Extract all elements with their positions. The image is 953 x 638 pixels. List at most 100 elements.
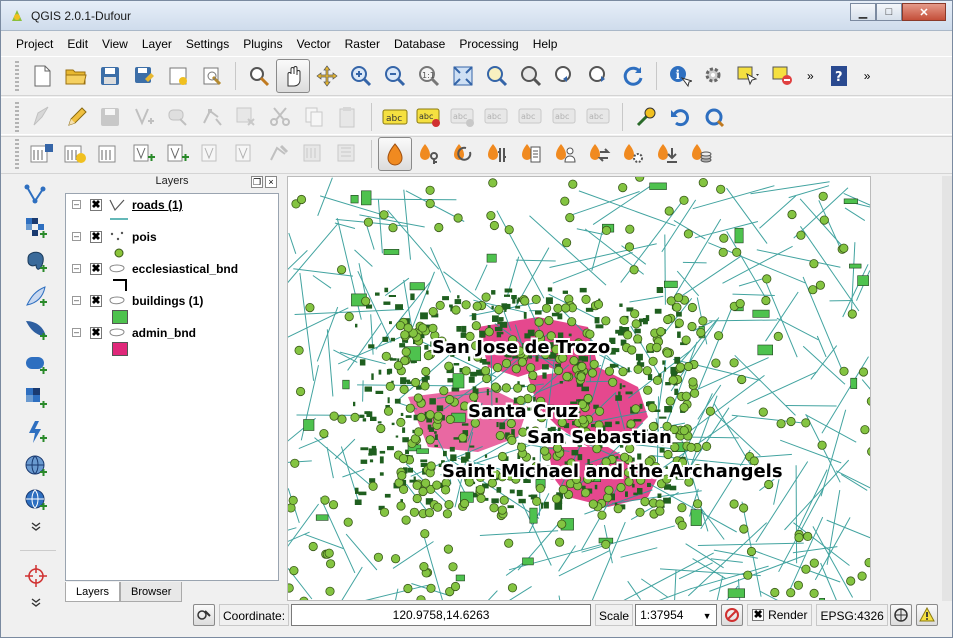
close-panel-button[interactable]: ×	[265, 176, 277, 188]
layer-buildings[interactable]: – ✖ buildings (1)	[66, 292, 278, 324]
collapse-toggle[interactable]: –	[72, 200, 81, 209]
zoom-next-icon[interactable]	[582, 59, 616, 93]
vector-tool-2-icon[interactable]	[161, 137, 195, 171]
osm-settings-icon[interactable]	[480, 137, 514, 171]
add-raster-layer-icon[interactable]	[16, 211, 56, 245]
cut-features-icon[interactable]	[263, 100, 297, 134]
touch-zoom-icon[interactable]	[242, 59, 276, 93]
delete-selected-icon[interactable]	[229, 100, 263, 134]
menu-plugins[interactable]: Plugins	[236, 33, 289, 55]
layer-visibility-checkbox[interactable]: ✖	[90, 263, 102, 275]
raster-tool-1-icon[interactable]	[25, 137, 59, 171]
current-edits-icon[interactable]	[25, 100, 59, 134]
collapse-toggle[interactable]: –	[72, 232, 81, 241]
projection-icon[interactable]	[889, 604, 912, 626]
copy-features-icon[interactable]	[297, 100, 331, 134]
layer-name[interactable]: roads (1)	[132, 198, 183, 212]
osm-list-icon[interactable]	[514, 137, 548, 171]
add-postgis-layer-icon[interactable]	[16, 245, 56, 279]
menu-settings[interactable]: Settings	[179, 33, 236, 55]
minimize-button[interactable]: ▁	[850, 3, 876, 21]
osm-sync-icon[interactable]	[446, 137, 480, 171]
open-project-icon[interactable]	[59, 59, 93, 93]
map-canvas[interactable]: San Jose de Trozo Santa Cruz San Sebasti…	[287, 176, 871, 601]
layer-pois[interactable]: – ✖ pois	[66, 228, 278, 260]
help-icon[interactable]: ?	[822, 59, 856, 93]
add-spatialite-layer-icon[interactable]	[16, 279, 56, 313]
coordinate-field[interactable]: 120.9758,14.6263	[291, 604, 592, 626]
pin-labels-icon[interactable]: abc	[412, 100, 446, 134]
refresh-icon[interactable]	[616, 59, 650, 93]
show-hide-labels-icon[interactable]: abc	[446, 100, 480, 134]
add-wms-layer-icon[interactable]	[16, 381, 56, 415]
vector-tool-7-icon[interactable]	[331, 137, 365, 171]
coordinate-toggle-button[interactable]	[193, 604, 215, 626]
menu-help[interactable]: Help	[526, 33, 565, 55]
vector-tool-4-icon[interactable]	[229, 137, 263, 171]
new-shapefile-icon[interactable]	[16, 483, 56, 517]
new-print-composer-icon[interactable]	[161, 59, 195, 93]
collapse-toggle[interactable]: –	[72, 264, 81, 273]
run-feature-action-icon[interactable]	[697, 59, 731, 93]
zoom-full-icon[interactable]	[446, 59, 480, 93]
right-edge-scrollbar[interactable]	[942, 176, 952, 601]
chevron-down-icon[interactable]: ▼	[700, 606, 714, 624]
messages-warning-icon[interactable]	[915, 604, 938, 626]
zoom-to-selection-icon[interactable]	[480, 59, 514, 93]
osm-user-icon[interactable]	[548, 137, 582, 171]
menu-edit[interactable]: Edit	[60, 33, 95, 55]
menu-raster[interactable]: Raster	[338, 33, 387, 55]
osm-key-icon[interactable]	[412, 137, 446, 171]
add-feature-icon[interactable]	[127, 100, 161, 134]
vector-tool-3-icon[interactable]	[195, 137, 229, 171]
zoom-actual-icon[interactable]: 1:1	[412, 59, 446, 93]
paste-features-icon[interactable]	[331, 100, 365, 134]
change-label-icon[interactable]: abc	[548, 100, 582, 134]
vector-tool-6-icon[interactable]	[297, 137, 331, 171]
add-wfs-layer-icon[interactable]	[16, 449, 56, 483]
osm-swap-icon[interactable]	[582, 137, 616, 171]
layer-visibility-checkbox[interactable]: ✖	[90, 295, 102, 307]
pan-to-selection-icon[interactable]	[310, 59, 344, 93]
raster-tool-3-icon[interactable]	[93, 137, 127, 171]
layer-name[interactable]: buildings (1)	[132, 294, 203, 308]
add-oracle-layer-icon[interactable]	[16, 347, 56, 381]
close-button[interactable]: ✕	[902, 3, 946, 21]
tab-browser[interactable]: Browser	[120, 582, 183, 602]
float-panel-button[interactable]: ❐	[251, 176, 263, 188]
pan-icon[interactable]	[276, 59, 310, 93]
maximize-button[interactable]: □	[876, 3, 902, 21]
move-label-icon[interactable]: abc	[480, 100, 514, 134]
more-icon[interactable]	[16, 517, 56, 537]
toggle-editing-icon[interactable]	[59, 100, 93, 134]
gps-tool-icon[interactable]	[16, 559, 56, 593]
scale-combobox[interactable]: 1:37954 ▼	[635, 604, 718, 626]
node-tool-icon[interactable]	[195, 100, 229, 134]
menu-processing[interactable]: Processing	[452, 33, 525, 55]
composer-manager-icon[interactable]	[195, 59, 229, 93]
menu-database[interactable]: Database	[387, 33, 452, 55]
collapse-toggle[interactable]: –	[72, 328, 81, 337]
collapse-toggle[interactable]: –	[72, 296, 81, 305]
redo-icon[interactable]	[697, 100, 731, 134]
crs-status-label[interactable]: EPSG:4326	[816, 604, 888, 626]
move-feature-icon[interactable]	[161, 100, 195, 134]
layer-ecclesiastical-bnd[interactable]: – ✖ ecclesiastical_bnd	[66, 260, 278, 292]
zoom-last-icon[interactable]	[548, 59, 582, 93]
zoom-out-icon[interactable]	[378, 59, 412, 93]
label-properties-icon[interactable]: abc	[582, 100, 616, 134]
save-as-icon[interactable]	[127, 59, 161, 93]
layer-visibility-checkbox[interactable]: ✖	[90, 327, 102, 339]
zoom-to-layer-icon[interactable]	[514, 59, 548, 93]
toolbar-grip[interactable]	[15, 139, 19, 169]
layer-roads[interactable]: – ✖ roads (1)	[66, 196, 278, 228]
save-layer-edits-icon[interactable]	[93, 100, 127, 134]
stop-render-button[interactable]	[721, 604, 744, 626]
render-toggle[interactable]: ✖ Render	[747, 604, 813, 626]
menu-vector[interactable]: Vector	[290, 33, 338, 55]
add-vector-layer-icon[interactable]	[16, 177, 56, 211]
layer-visibility-checkbox[interactable]: ✖	[90, 231, 102, 243]
zoom-in-icon[interactable]	[344, 59, 378, 93]
menu-view[interactable]: View	[95, 33, 135, 55]
osm-icon[interactable]	[378, 137, 412, 171]
